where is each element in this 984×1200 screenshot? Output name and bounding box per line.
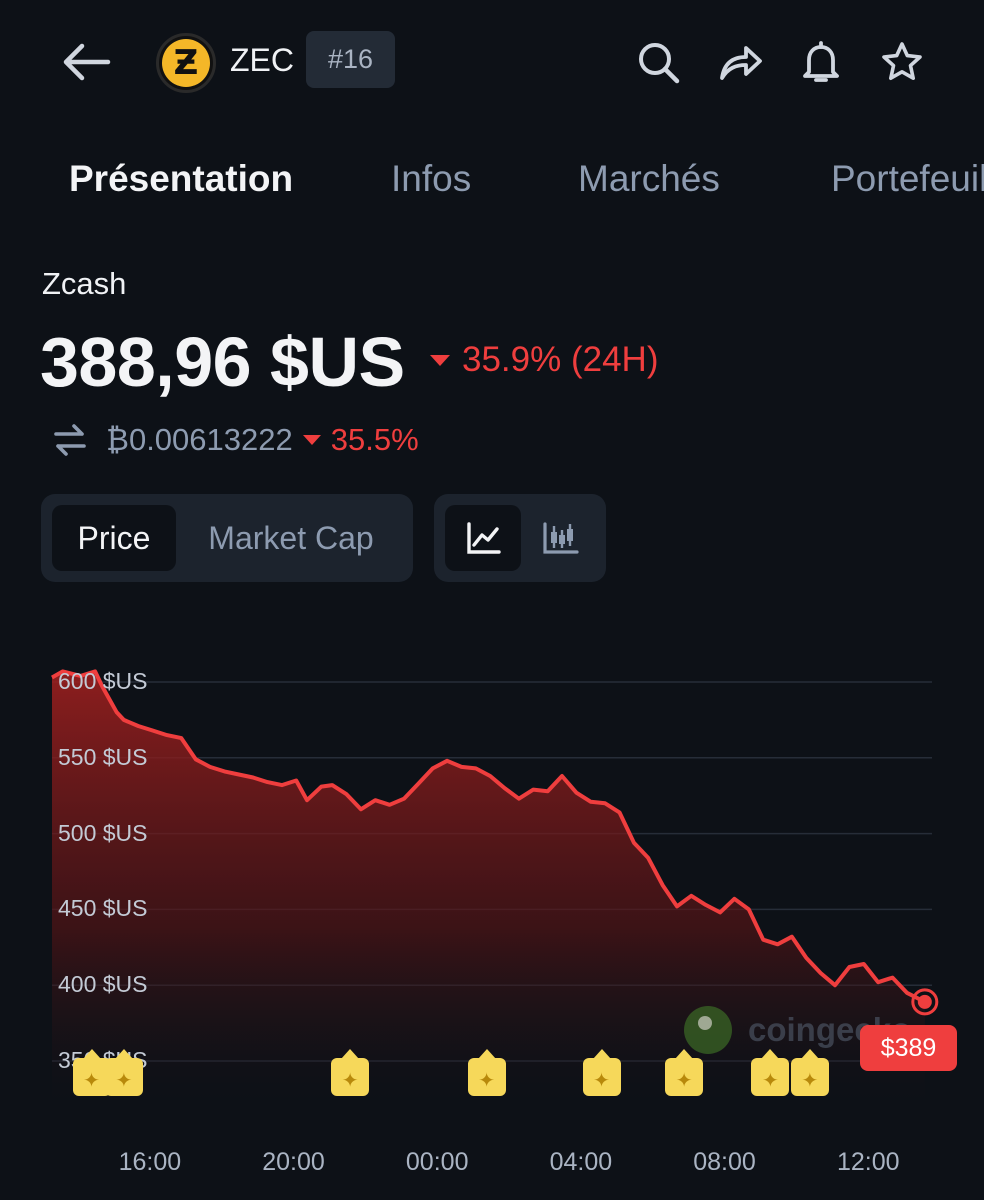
tab-marches[interactable]: Marchés: [578, 158, 720, 200]
y-tick-label: 600 $US: [58, 668, 148, 694]
down-triangle-icon: [302, 435, 321, 445]
tab-portefeuille[interactable]: Portefeuille: [831, 158, 984, 200]
x-tick-label: 16:00: [118, 1148, 182, 1176]
line-chart-icon[interactable]: [445, 505, 521, 571]
metric-toggle: Price Market Cap: [41, 494, 413, 582]
last-price-tag: $389: [860, 1025, 957, 1071]
btc-change: 35.5%: [330, 422, 419, 457]
sparkle-icon: ✦: [675, 1070, 693, 1092]
zcash-logo-glyph: Ƶ: [162, 39, 210, 87]
event-marker-icon[interactable]: ✦: [331, 1049, 370, 1096]
btc-price-row: ₿0.00613222 35.5%: [50, 420, 419, 460]
event-marker-icon[interactable]: ✦: [582, 1049, 621, 1096]
event-marker-icon[interactable]: ✦: [467, 1049, 506, 1096]
y-tick-label: 500 $US: [58, 819, 148, 846]
btc-price: ₿0.00613222: [106, 422, 293, 457]
sparkle-icon: ✦: [801, 1070, 819, 1092]
event-marker-icon[interactable]: ✦: [790, 1049, 829, 1096]
x-tick-label: 00:00: [405, 1148, 469, 1176]
back-arrow-icon[interactable]: [58, 38, 114, 86]
last-price-dot: [917, 994, 932, 1009]
y-tick-label: 450 $US: [58, 895, 148, 922]
sparkle-icon: ✦: [478, 1070, 495, 1092]
bell-icon[interactable]: [797, 38, 845, 86]
tab-presentation[interactable]: Présentation: [69, 158, 293, 200]
event-marker-icon[interactable]: ✦: [104, 1049, 143, 1096]
x-tick-label: 20:00: [262, 1148, 325, 1176]
y-tick-label: 400 $US: [58, 971, 148, 998]
change-24h-value: 35.9% (24H): [462, 340, 659, 379]
sparkle-icon: ✦: [341, 1070, 359, 1092]
price-toggle-button[interactable]: Price: [52, 505, 176, 571]
coingecko-logo-icon: [684, 1006, 732, 1054]
y-tick-label: 550 $US: [58, 743, 148, 770]
event-marker-icon[interactable]: ✦: [665, 1049, 704, 1096]
candlestick-chart-icon[interactable]: [526, 505, 596, 571]
chart-type-toggle: [434, 494, 606, 582]
tab-infos[interactable]: Infos: [391, 158, 471, 200]
zcash-logo: Ƶ: [156, 33, 216, 93]
down-triangle-icon: [430, 354, 450, 366]
top-bar: Ƶ ZEC #16: [0, 0, 984, 125]
star-icon[interactable]: [878, 38, 926, 86]
x-tick-label: 04:00: [549, 1148, 613, 1176]
rank-badge: #16: [306, 31, 395, 88]
coin-name: Zcash: [42, 266, 127, 301]
x-tick-label: 12:00: [836, 1148, 900, 1176]
current-price: 388,96 $US: [40, 323, 405, 401]
coin-symbol: ZEC: [230, 42, 294, 78]
sparkle-icon: ✦: [115, 1070, 133, 1092]
sparkle-icon: ✦: [83, 1070, 100, 1092]
tab-bar: Présentation Infos Marchés Portefeuille: [0, 150, 984, 214]
swap-icon[interactable]: [50, 420, 90, 460]
event-marker-icon[interactable]: ✦: [751, 1049, 790, 1096]
sparkle-icon: ✦: [761, 1070, 779, 1092]
market-cap-toggle-button[interactable]: Market Cap: [181, 505, 401, 571]
price-change-24h: 35.9% (24H): [430, 340, 658, 380]
price-chart[interactable]: 600 $US 550 $US 500 $US 450 $US 400 $US …: [0, 640, 984, 1200]
x-tick-label: 08:00: [693, 1148, 756, 1176]
sparkle-icon: ✦: [593, 1070, 610, 1092]
share-icon[interactable]: [716, 38, 764, 86]
search-icon[interactable]: [634, 38, 682, 86]
